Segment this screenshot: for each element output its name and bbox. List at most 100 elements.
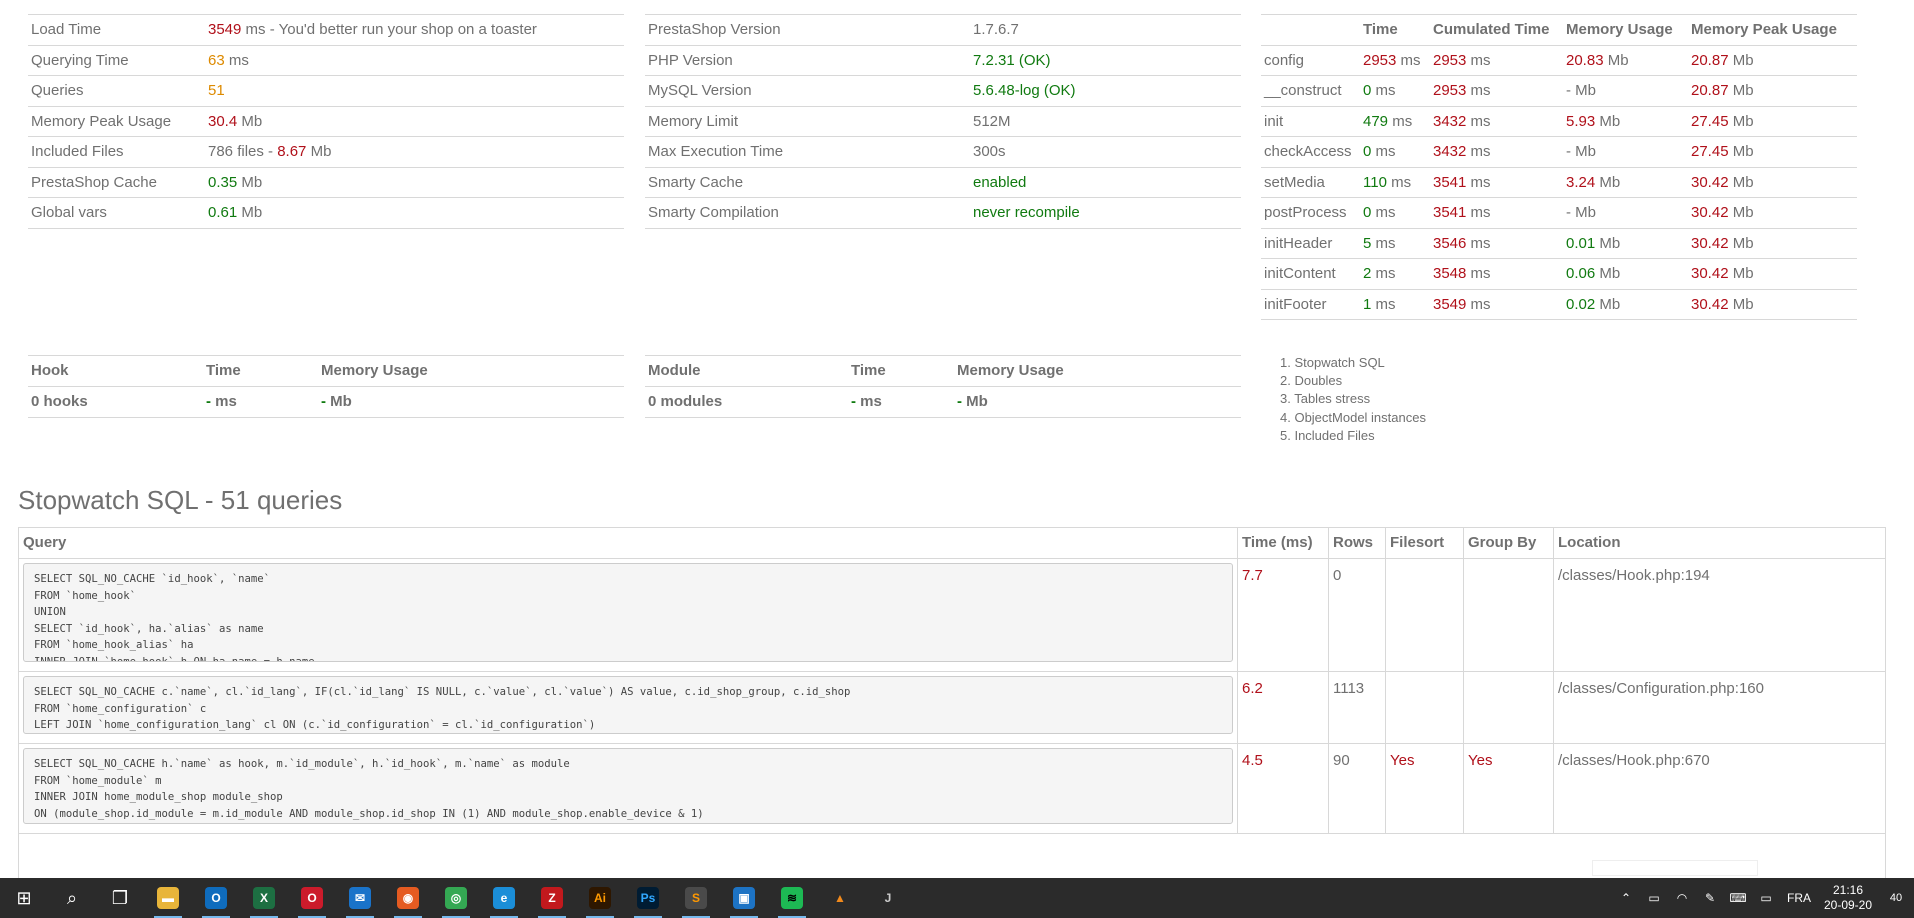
sql-location: /classes/Hook.php:670	[1558, 752, 1710, 769]
task-view-icon[interactable]: ❐	[96, 878, 144, 918]
timing-body: config 2953 ms 2953 ms 20.83 Mb 20.87 Mb __co…	[1261, 46, 1857, 320]
sublime-text-icon[interactable]: S	[672, 878, 720, 918]
timing-unit: ms	[1466, 265, 1491, 282]
notes-app-icon[interactable]: ▣	[720, 878, 768, 918]
photoshop-icon-glyph: Ps	[637, 887, 659, 909]
timing-unit: ms	[1466, 82, 1491, 99]
timing-mem: - Mb	[1566, 76, 1691, 106]
chevron-up-icon[interactable]: ⌃	[1612, 878, 1640, 918]
language-indicator[interactable]: FRA	[1780, 891, 1818, 905]
excel-icon[interactable]: X	[240, 878, 288, 918]
timing-unit: Mb	[1571, 204, 1597, 221]
sql-filesort	[1386, 672, 1464, 743]
timing-row: setMedia 110 ms 3541 ms 3.24 Mb 30.42 Mb	[1261, 168, 1857, 198]
java-app-icon[interactable]: J	[864, 878, 912, 918]
spotify-icon-glyph: ≋	[781, 887, 803, 909]
sql-time: 7.7	[1238, 559, 1329, 671]
timing-unit: ms	[1388, 112, 1413, 130]
search-icon[interactable]: ⌕	[48, 878, 96, 918]
spotify-icon[interactable]: ≋	[768, 878, 816, 918]
timing-unit: Mb	[1595, 265, 1621, 282]
timing-header-peak: Memory Peak Usage	[1691, 21, 1837, 38]
timing-cum-value: 3541	[1433, 204, 1467, 221]
timing-cum-value: 2953	[1433, 82, 1467, 99]
info-value-part: Mb	[237, 112, 263, 130]
timing-unit: ms	[1466, 204, 1491, 221]
vlc-icon[interactable]: ▲	[816, 878, 864, 918]
config-value: 300s	[973, 143, 1006, 160]
section-link[interactable]: 2. Doubles	[1280, 372, 1426, 390]
sql-body: SELECT SQL_NO_CACHE `id_hook`, `name` FR…	[19, 559, 1885, 834]
java-app-icon-glyph: J	[884, 891, 892, 905]
timing-unit: ms	[1371, 295, 1396, 313]
notifications-button[interactable]: 40	[1878, 878, 1914, 918]
file-explorer-icon[interactable]: ▬	[144, 878, 192, 918]
timing-cum-value: 3541	[1433, 173, 1467, 191]
timing-step-name: init	[1264, 112, 1284, 130]
timing-header-name	[1261, 15, 1363, 45]
taskbar-apps: ⊞ ⌕ ❐ ▬ O X O ✉ ◉ ◎ e Z Ai Ps S ▣ ≋ ▲ J	[0, 878, 912, 918]
timing-peak: 27.45 Mb	[1691, 137, 1851, 167]
sql-row: SELECT SQL_NO_CACHE h.`name` as hook, m.…	[19, 744, 1885, 834]
timing-peak-value: 30.42	[1691, 265, 1729, 282]
timing-time: 0 ms	[1363, 137, 1433, 167]
timing-header-row: Time Cumulated Time Memory Usage Memory …	[1261, 15, 1857, 46]
timing-cum-value: 3432	[1433, 112, 1467, 130]
start-icon[interactable]: ⊞	[0, 878, 48, 918]
config-value: enabled	[973, 173, 1027, 191]
file-explorer-icon-glyph: ▬	[157, 887, 179, 909]
timing-unit: Mb	[1728, 143, 1754, 160]
sql-query-cell: SELECT SQL_NO_CACHE h.`name` as hook, m.…	[19, 744, 1238, 833]
sql-location: /classes/Configuration.php:160	[1558, 680, 1764, 697]
sql-query-cell: SELECT SQL_NO_CACHE `id_hook`, `name` FR…	[19, 559, 1238, 671]
battery-icon[interactable]: ▭	[1640, 878, 1668, 918]
section-link[interactable]: 5. Included Files	[1280, 427, 1426, 445]
section-link[interactable]: 4. ObjectModel instances	[1280, 409, 1426, 427]
wifi-icon[interactable]: ◠	[1668, 878, 1696, 918]
illustrator-icon[interactable]: Ai	[576, 878, 624, 918]
config-label: MySQL Version	[648, 82, 752, 99]
sql-filesort	[1386, 559, 1464, 671]
photoshop-icon[interactable]: Ps	[624, 878, 672, 918]
keyboard-icon[interactable]: ⌨	[1724, 878, 1752, 918]
opera-icon[interactable]: O	[288, 878, 336, 918]
config-row: PHP Version 7.2.31 (OK)	[645, 46, 1241, 76]
info-value-part: 0.61	[208, 204, 238, 221]
pen-icon[interactable]: ✎	[1696, 878, 1724, 918]
info-row: Global vars 0.61 Mb	[28, 198, 624, 229]
outlook-icon[interactable]: O	[192, 878, 240, 918]
info-row: Memory Peak Usage 30.4 Mb	[28, 107, 624, 137]
edge-icon[interactable]: e	[480, 878, 528, 918]
hooks-header-memory: Memory Usage	[321, 362, 428, 379]
thunderbird-icon[interactable]: ✉	[336, 878, 384, 918]
firefox-icon[interactable]: ◉	[384, 878, 432, 918]
timing-peak-value: 20.87	[1691, 51, 1729, 69]
hooks-memory: - Mb	[321, 393, 352, 410]
timing-step-name: initHeader	[1264, 234, 1333, 252]
info-value-part: ms	[224, 51, 249, 69]
section-link[interactable]: 1. Stopwatch SQL	[1280, 354, 1426, 372]
info-value-part: ms - You'd better run your shop on a toa…	[241, 21, 537, 38]
timing-step-name: setMedia	[1264, 173, 1325, 191]
config-label: PrestaShop Version	[648, 21, 781, 38]
modules-header-time: Time	[851, 362, 886, 379]
config-value: 1.7.6.7	[973, 21, 1019, 38]
notifications-count: 40	[1889, 892, 1903, 904]
clock[interactable]: 21:16 20-09-20	[1818, 883, 1878, 913]
config-row: Smarty Cache enabled	[645, 168, 1241, 198]
timing-unit: ms	[1371, 234, 1396, 252]
sql-row: SELECT SQL_NO_CACHE c.`name`, cl.`id_lan…	[19, 672, 1885, 744]
timing-time-value: 479	[1363, 112, 1389, 130]
timing-peak: 30.42 Mb	[1691, 198, 1851, 228]
section-link[interactable]: 3. Tables stress	[1280, 390, 1426, 408]
info-label: Global vars	[31, 204, 107, 221]
timing-mem: 20.83 Mb	[1566, 46, 1691, 76]
display-icon[interactable]: ▭	[1752, 878, 1780, 918]
chrome-icon[interactable]: ◎	[432, 878, 480, 918]
timing-mem-value: 0.06	[1566, 265, 1596, 282]
filezilla-icon[interactable]: Z	[528, 878, 576, 918]
chrome-icon-glyph: ◎	[445, 887, 467, 909]
opera-icon-glyph: O	[301, 887, 323, 909]
config-value: 5.6.48-log (OK)	[973, 82, 1076, 99]
timing-row: initHeader 5 ms 3546 ms 0.01 Mb 30.42 Mb	[1261, 229, 1857, 259]
